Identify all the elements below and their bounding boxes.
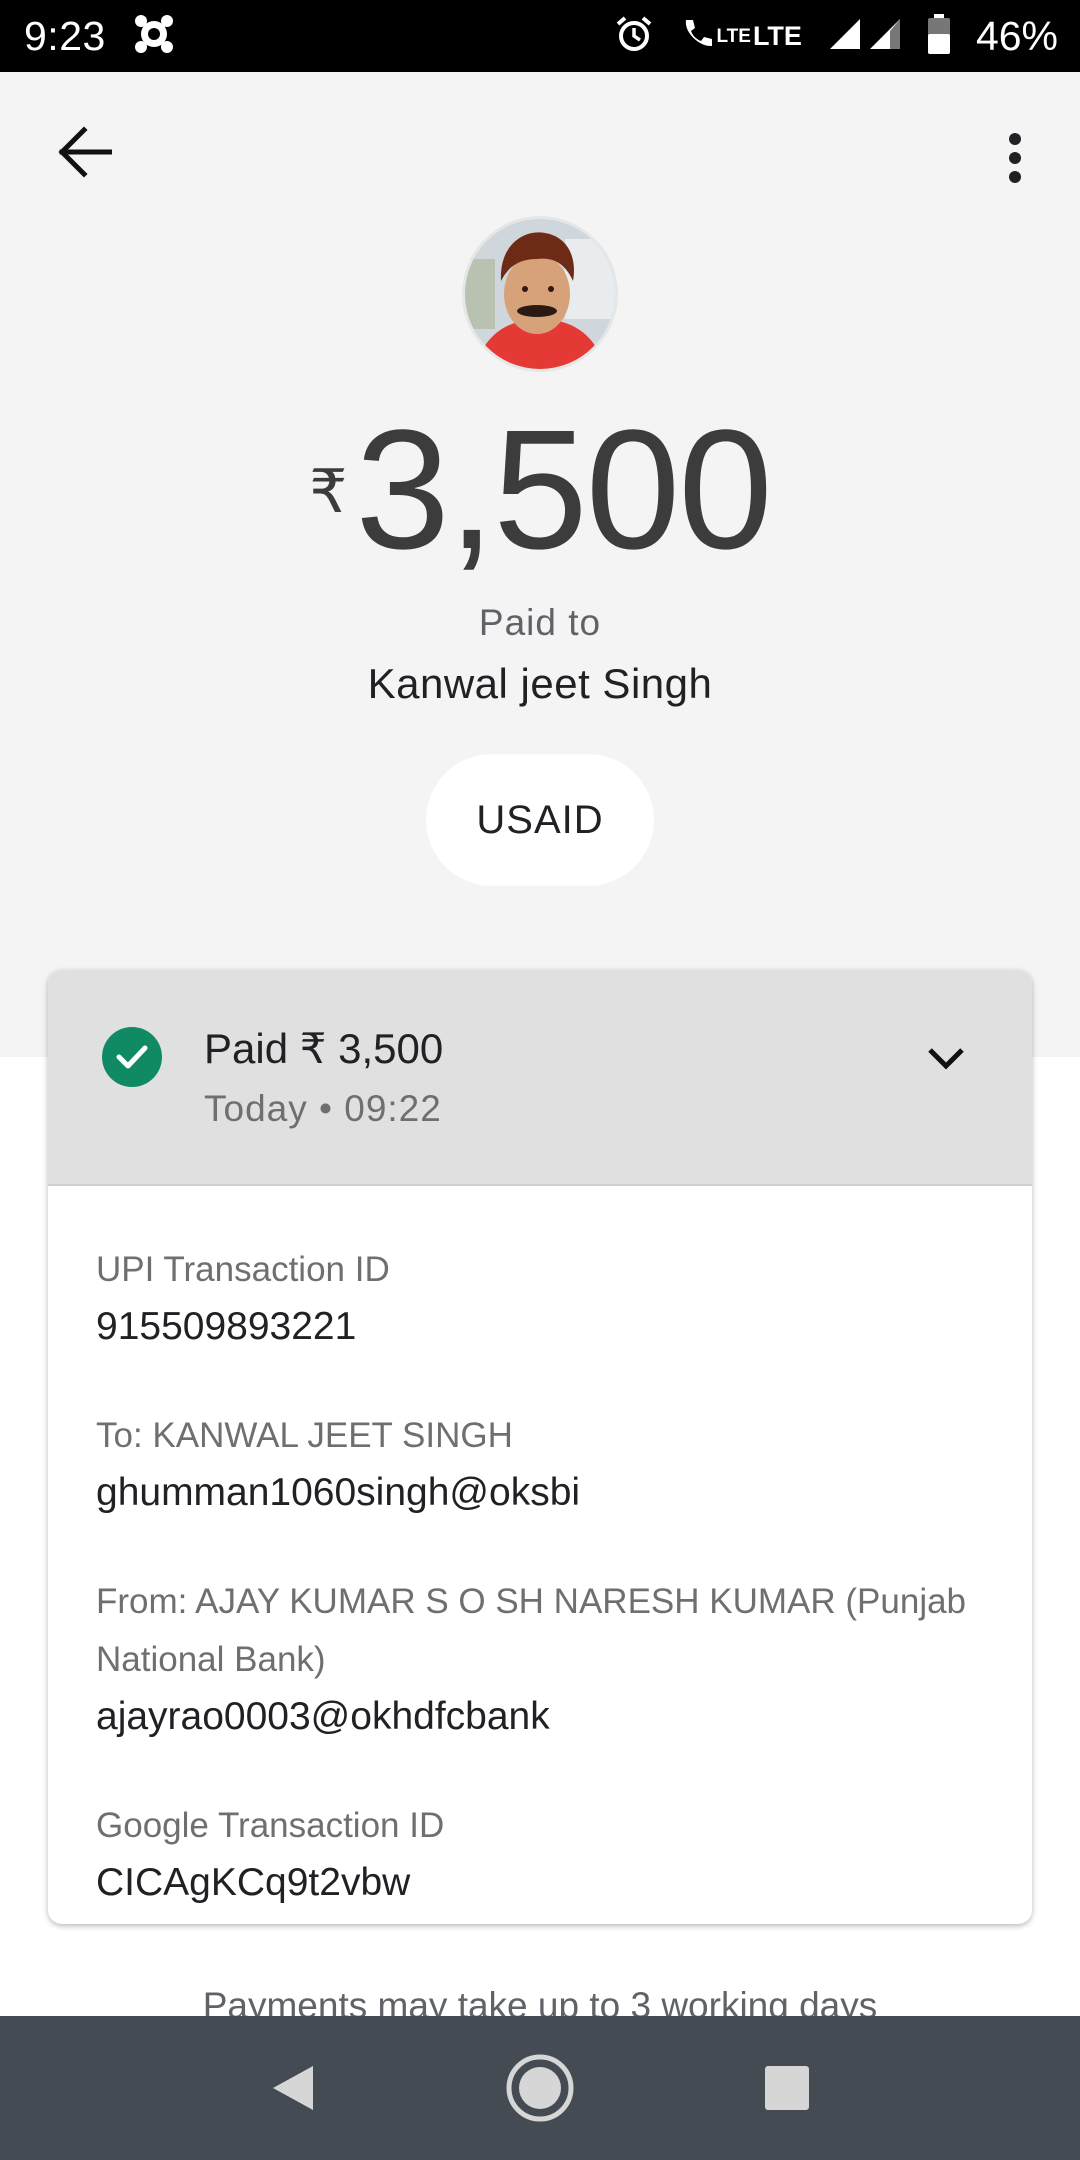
more-vertical-icon [1009, 133, 1021, 183]
transaction-time: Today • 09:22 [204, 1088, 442, 1129]
battery-percentage: 46% [975, 12, 1058, 59]
paid-to-label: Paid to [478, 602, 602, 643]
detail-value: ghumman1060singh@oksbi [96, 1471, 581, 1514]
payee-name: Kanwal jeet Singh [367, 660, 713, 707]
detail-recipient: To: KANWAL JEET SINGH ghumman1060singh@o… [96, 1407, 984, 1521]
detail-upi-transaction-id: UPI Transaction ID 915509893221 [96, 1241, 984, 1355]
detail-value: 915509893221 [96, 1305, 357, 1348]
avatar [462, 216, 618, 372]
detail-sender: From: AJAY KUMAR S O SH NARESH KUMAR (Pu… [96, 1573, 984, 1745]
arrow-left-icon [58, 126, 112, 178]
nav-back-button[interactable] [243, 2038, 343, 2138]
chevron-down-icon[interactable] [918, 1030, 974, 1086]
signal-icon [828, 17, 862, 56]
amount-value: 3,500 [355, 395, 772, 585]
more-options-button[interactable] [990, 118, 1040, 198]
wifi-calling-icon [680, 16, 714, 57]
detail-label: Google Transaction ID [96, 1806, 445, 1845]
status-bar: 9:23 LTE LTE 46% [0, 0, 1080, 72]
nav-recents-button[interactable] [737, 2038, 837, 2138]
detail-label: To: KANWAL JEET SINGH [96, 1416, 513, 1455]
system-navigation-bar [0, 2016, 1080, 2160]
detail-google-transaction-id: Google Transaction ID CICAgKCq9t2vbw [96, 1797, 984, 1911]
transaction-status-title: Paid ₹ 3,500 [204, 1025, 444, 1072]
battery-icon [927, 13, 950, 59]
nav-home-button[interactable] [490, 2038, 590, 2138]
detail-value: ajayrao0003@okhdfcbank [96, 1695, 550, 1738]
detail-value: CICAgKCq9t2vbw [96, 1861, 411, 1904]
transaction-status-header[interactable]: Paid ₹ 3,500 Today • 09:22 [48, 970, 1032, 1186]
triangle-back-icon [273, 2066, 314, 2110]
alarm-icon [614, 14, 654, 59]
transaction-details-card: Paid ₹ 3,500 Today • 09:22 UPI Transacti… [48, 970, 1032, 1924]
payment-amount: ₹ 3,500 [0, 405, 1080, 575]
check-circle-icon [102, 1027, 162, 1087]
network-type-small: LTE [716, 25, 751, 47]
square-recents-icon [764, 2066, 809, 2110]
signal-icon [868, 17, 902, 56]
detail-label: UPI Transaction ID [96, 1250, 390, 1289]
notification-app-icon [132, 12, 176, 61]
network-type-big: LTE [752, 20, 802, 51]
status-time: 9:23 [24, 12, 106, 59]
currency-symbol: ₹ [309, 458, 348, 525]
back-button[interactable] [50, 118, 118, 186]
home-circle-icon [506, 2054, 574, 2122]
payment-note-chip: USAID [426, 754, 654, 886]
detail-label: From: AJAY KUMAR S O SH NARESH KUMAR (Pu… [96, 1582, 967, 1679]
transaction-details: UPI Transaction ID 915509893221 To: KANW… [48, 1241, 1032, 1911]
